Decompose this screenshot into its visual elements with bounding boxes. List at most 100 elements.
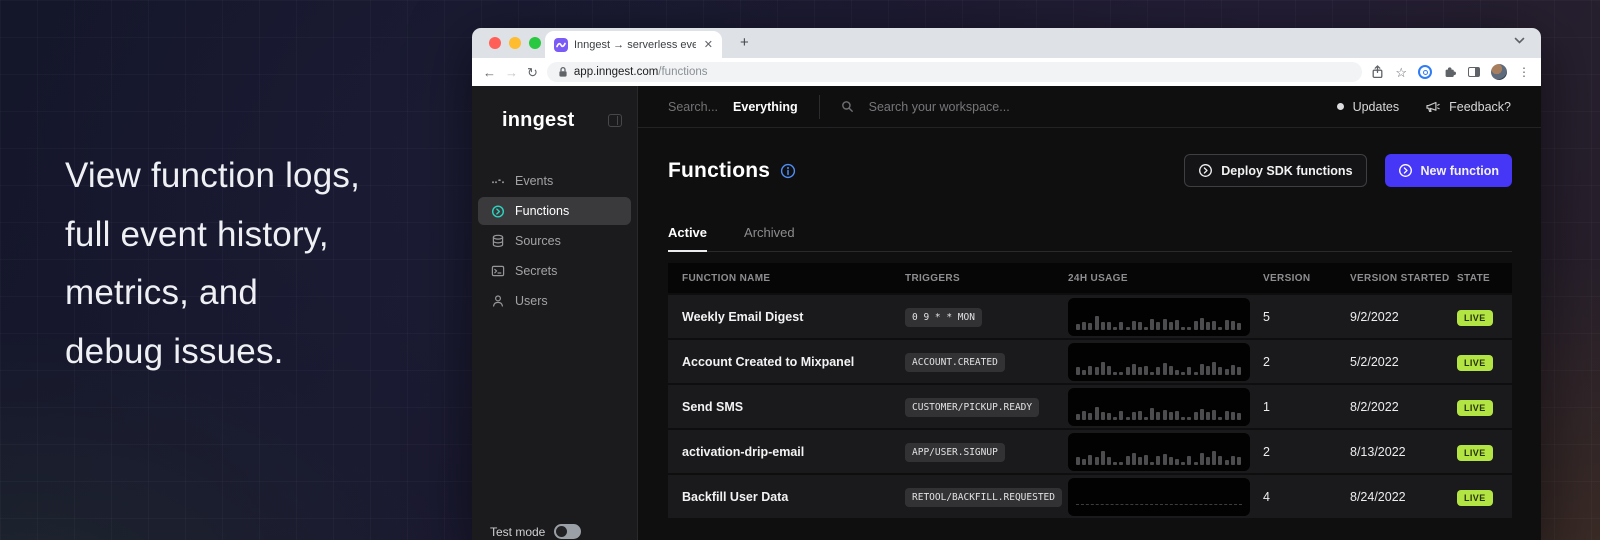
minimize-window-button[interactable] — [509, 37, 521, 49]
version-value: 1 — [1263, 400, 1350, 414]
address-bar[interactable]: app.inngest.com/functions — [547, 62, 1362, 82]
state-badge: LIVE — [1457, 355, 1493, 371]
collapse-sidebar-icon[interactable] — [608, 114, 622, 127]
workspace-topbar: Search... Everything Search your workspa… — [638, 86, 1541, 128]
sidebar-item-functions[interactable]: Functions — [478, 197, 631, 225]
trigger-badge: APP/USER.SIGNUP — [905, 443, 1005, 462]
version-value: 2 — [1263, 355, 1350, 369]
new-button-label: New function — [1421, 164, 1499, 178]
hero-line: debug issues. — [65, 323, 360, 382]
sidebar-item-secrets[interactable]: Secrets — [478, 257, 631, 285]
no-usage-dash — [1076, 504, 1242, 505]
back-icon[interactable]: ← — [483, 66, 496, 79]
state-cell: LIVE — [1457, 308, 1512, 326]
usage-sparkline — [1068, 433, 1250, 471]
browser-tabstrip: Inngest → serverless event-dri ✕ + — [472, 28, 1541, 58]
main-pane: Search... Everything Search your workspa… — [638, 86, 1541, 540]
megaphone-icon — [1425, 100, 1440, 114]
usage-cell — [1068, 298, 1263, 336]
new-tab-button[interactable]: + — [734, 34, 755, 51]
deploy-sdk-functions-button[interactable]: Deploy SDK functions — [1184, 154, 1366, 187]
marketing-background: View function logs, full event history, … — [0, 0, 1600, 540]
usage-sparkline — [1068, 343, 1250, 381]
zoom-window-button[interactable] — [529, 37, 541, 49]
state-badge: LIVE — [1457, 310, 1493, 326]
column-header: STATE — [1457, 273, 1512, 284]
topbar-right: Updates Feedback? — [1337, 100, 1511, 114]
browser-menu-icon[interactable]: ⋮ — [1518, 65, 1530, 79]
usage-sparkline — [1068, 478, 1250, 516]
usage-cell — [1068, 433, 1263, 471]
table-row[interactable]: Send SMSCUSTOMER/PICKUP.READY18/2/2022LI… — [668, 383, 1512, 428]
profile-avatar[interactable] — [1491, 64, 1507, 80]
column-header: TRIGGERS — [905, 273, 1068, 284]
sidebar: inngest Events Functions Sources SecretsUse… — [472, 86, 638, 540]
reload-icon[interactable]: ↻ — [527, 66, 538, 79]
trigger-cell: ACCOUNT.CREATED — [905, 352, 1068, 372]
tab-archived[interactable]: Archived — [744, 225, 795, 251]
sidebar-item-events[interactable]: Events — [478, 167, 631, 195]
tab-close-icon[interactable]: ✕ — [702, 38, 715, 51]
circle-arrow-icon — [1398, 163, 1413, 178]
sidebar-item-sources[interactable]: Sources — [478, 227, 631, 255]
sidebar-item-label: Sources — [515, 234, 561, 248]
lock-icon — [558, 66, 568, 78]
inngest-app: inngest Events Functions Sources SecretsUse… — [472, 86, 1541, 540]
new-function-button[interactable]: New function — [1385, 154, 1512, 187]
trigger-badge: RETOOL/BACKFILL.REQUESTED — [905, 488, 1062, 507]
column-header: 24H USAGE — [1068, 273, 1263, 284]
browser-action-icons: ☆ ⋮ — [1371, 64, 1530, 80]
url-text: app.inngest.com/functions — [574, 66, 708, 78]
onepassword-extension-icon[interactable] — [1418, 65, 1432, 79]
topbar-divider — [819, 95, 820, 119]
search-icon — [841, 100, 854, 113]
sources-icon — [491, 234, 505, 248]
table-row[interactable]: Account Created to MixpanelACCOUNT.CREAT… — [668, 338, 1512, 383]
window-controls[interactable] — [489, 37, 541, 49]
usage-cell — [1068, 388, 1263, 426]
table-header: FUNCTION NAMETRIGGERS24H USAGEVERSIONVER… — [668, 263, 1512, 293]
version-value: 2 — [1263, 445, 1350, 459]
function-name: Account Created to Mixpanel — [668, 355, 905, 369]
state-badge: LIVE — [1457, 400, 1493, 416]
version-started-value: 8/2/2022 — [1350, 400, 1457, 414]
version-started-value: 8/24/2022 — [1350, 490, 1457, 504]
state-cell: LIVE — [1457, 443, 1512, 461]
usage-cell — [1068, 343, 1263, 381]
forward-icon[interactable]: → — [505, 66, 518, 79]
test-mode-row: Test mode — [472, 524, 637, 540]
browser-tab[interactable]: Inngest → serverless event-dri ✕ — [545, 31, 722, 58]
search-scope[interactable]: Everything — [733, 100, 798, 114]
test-mode-toggle[interactable] — [554, 524, 581, 539]
column-header: FUNCTION NAME — [668, 273, 905, 284]
function-name: Weekly Email Digest — [668, 310, 905, 324]
tab-search-chevron-icon[interactable] — [1514, 37, 1525, 44]
state-cell: LIVE — [1457, 353, 1512, 371]
table-row[interactable]: Backfill User DataRETOOL/BACKFILL.REQUES… — [668, 473, 1512, 518]
updates-button[interactable]: Updates — [1337, 100, 1400, 114]
header-actions: Deploy SDK functions New function — [1184, 154, 1512, 187]
sidebar-item-users[interactable]: Users — [478, 287, 631, 315]
bookmark-star-icon[interactable]: ☆ — [1395, 66, 1407, 79]
search-label[interactable]: Search... — [668, 100, 718, 114]
deploy-button-label: Deploy SDK functions — [1221, 164, 1352, 178]
share-icon[interactable] — [1371, 65, 1384, 79]
tab-active[interactable]: Active — [668, 225, 707, 252]
sidebar-item-label: Events — [515, 174, 553, 188]
functions-page: Functions Deploy SDK functions — [638, 128, 1541, 540]
hero-text: View function logs, full event history, … — [65, 147, 360, 381]
workspace-search-input[interactable]: Search your workspace... — [869, 100, 1010, 114]
table-row[interactable]: activation-drip-emailAPP/USER.SIGNUP28/1… — [668, 428, 1512, 473]
functions-table: FUNCTION NAMETRIGGERS24H USAGEVERSIONVER… — [668, 263, 1512, 518]
info-icon[interactable] — [780, 163, 796, 179]
extensions-puzzle-icon[interactable] — [1443, 65, 1457, 79]
close-window-button[interactable] — [489, 37, 501, 49]
table-row[interactable]: Weekly Email Digest0 9 * * MON59/2/2022L… — [668, 293, 1512, 338]
test-mode-label: Test mode — [490, 525, 545, 539]
side-panel-icon[interactable] — [1468, 67, 1480, 77]
trigger-badge: CUSTOMER/PICKUP.READY — [905, 398, 1039, 417]
inngest-logo: inngest — [502, 109, 575, 132]
feedback-button[interactable]: Feedback? — [1425, 100, 1511, 114]
events-icon — [491, 174, 505, 188]
updates-dot-icon — [1337, 103, 1344, 110]
